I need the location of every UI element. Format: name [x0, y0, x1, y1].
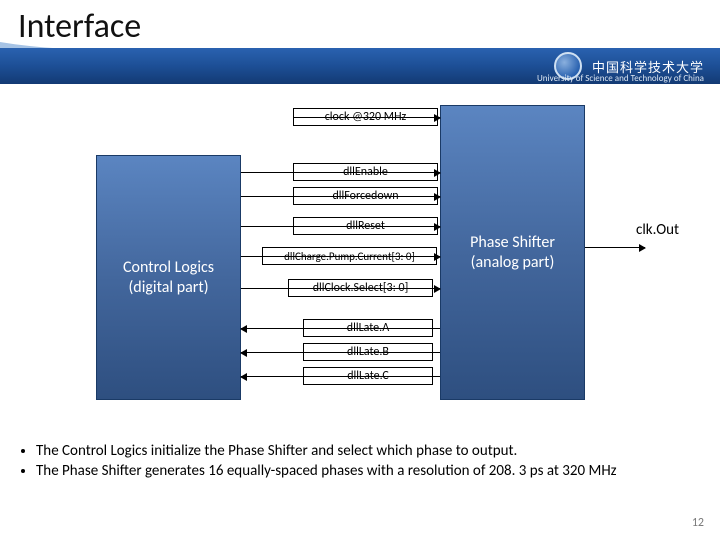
- interface-diagram: Control Logics (digital part) Phase Shif…: [0, 95, 720, 450]
- arrow-reset: [241, 226, 440, 227]
- arrow-forcedown: [241, 196, 440, 197]
- arrow-clock: [293, 117, 440, 118]
- phase-shifter-block: Phase Shifter (analog part): [440, 105, 585, 400]
- clkout-label: clk.Out: [636, 221, 679, 239]
- arrow-clocksel: [241, 288, 440, 289]
- bullet-2: The Phase Shifter generates 16 equally-s…: [36, 462, 698, 482]
- phase-shifter-label: Phase Shifter (analog part): [470, 233, 555, 273]
- arrow-lateB: [241, 352, 440, 353]
- bullet-list: The Control Logics initialize the Phase …: [22, 442, 698, 481]
- control-logics-label: Control Logics (digital part): [123, 258, 214, 298]
- arrow-enable: [241, 172, 440, 173]
- page-number: 12: [692, 516, 704, 530]
- arrow-chargepump: [241, 256, 440, 257]
- arrow-lateA: [241, 328, 440, 329]
- slide-header: Interface 中国科学技术大学 University of Science…: [0, 0, 720, 86]
- university-name-en: University of Science and Technology of …: [537, 73, 704, 84]
- arrow-lateC: [241, 376, 440, 377]
- arrow-clkout: [585, 247, 645, 248]
- bullet-1: The Control Logics initialize the Phase …: [36, 442, 698, 462]
- control-logics-block: Control Logics (digital part): [96, 155, 241, 400]
- slide-title: Interface: [18, 6, 141, 47]
